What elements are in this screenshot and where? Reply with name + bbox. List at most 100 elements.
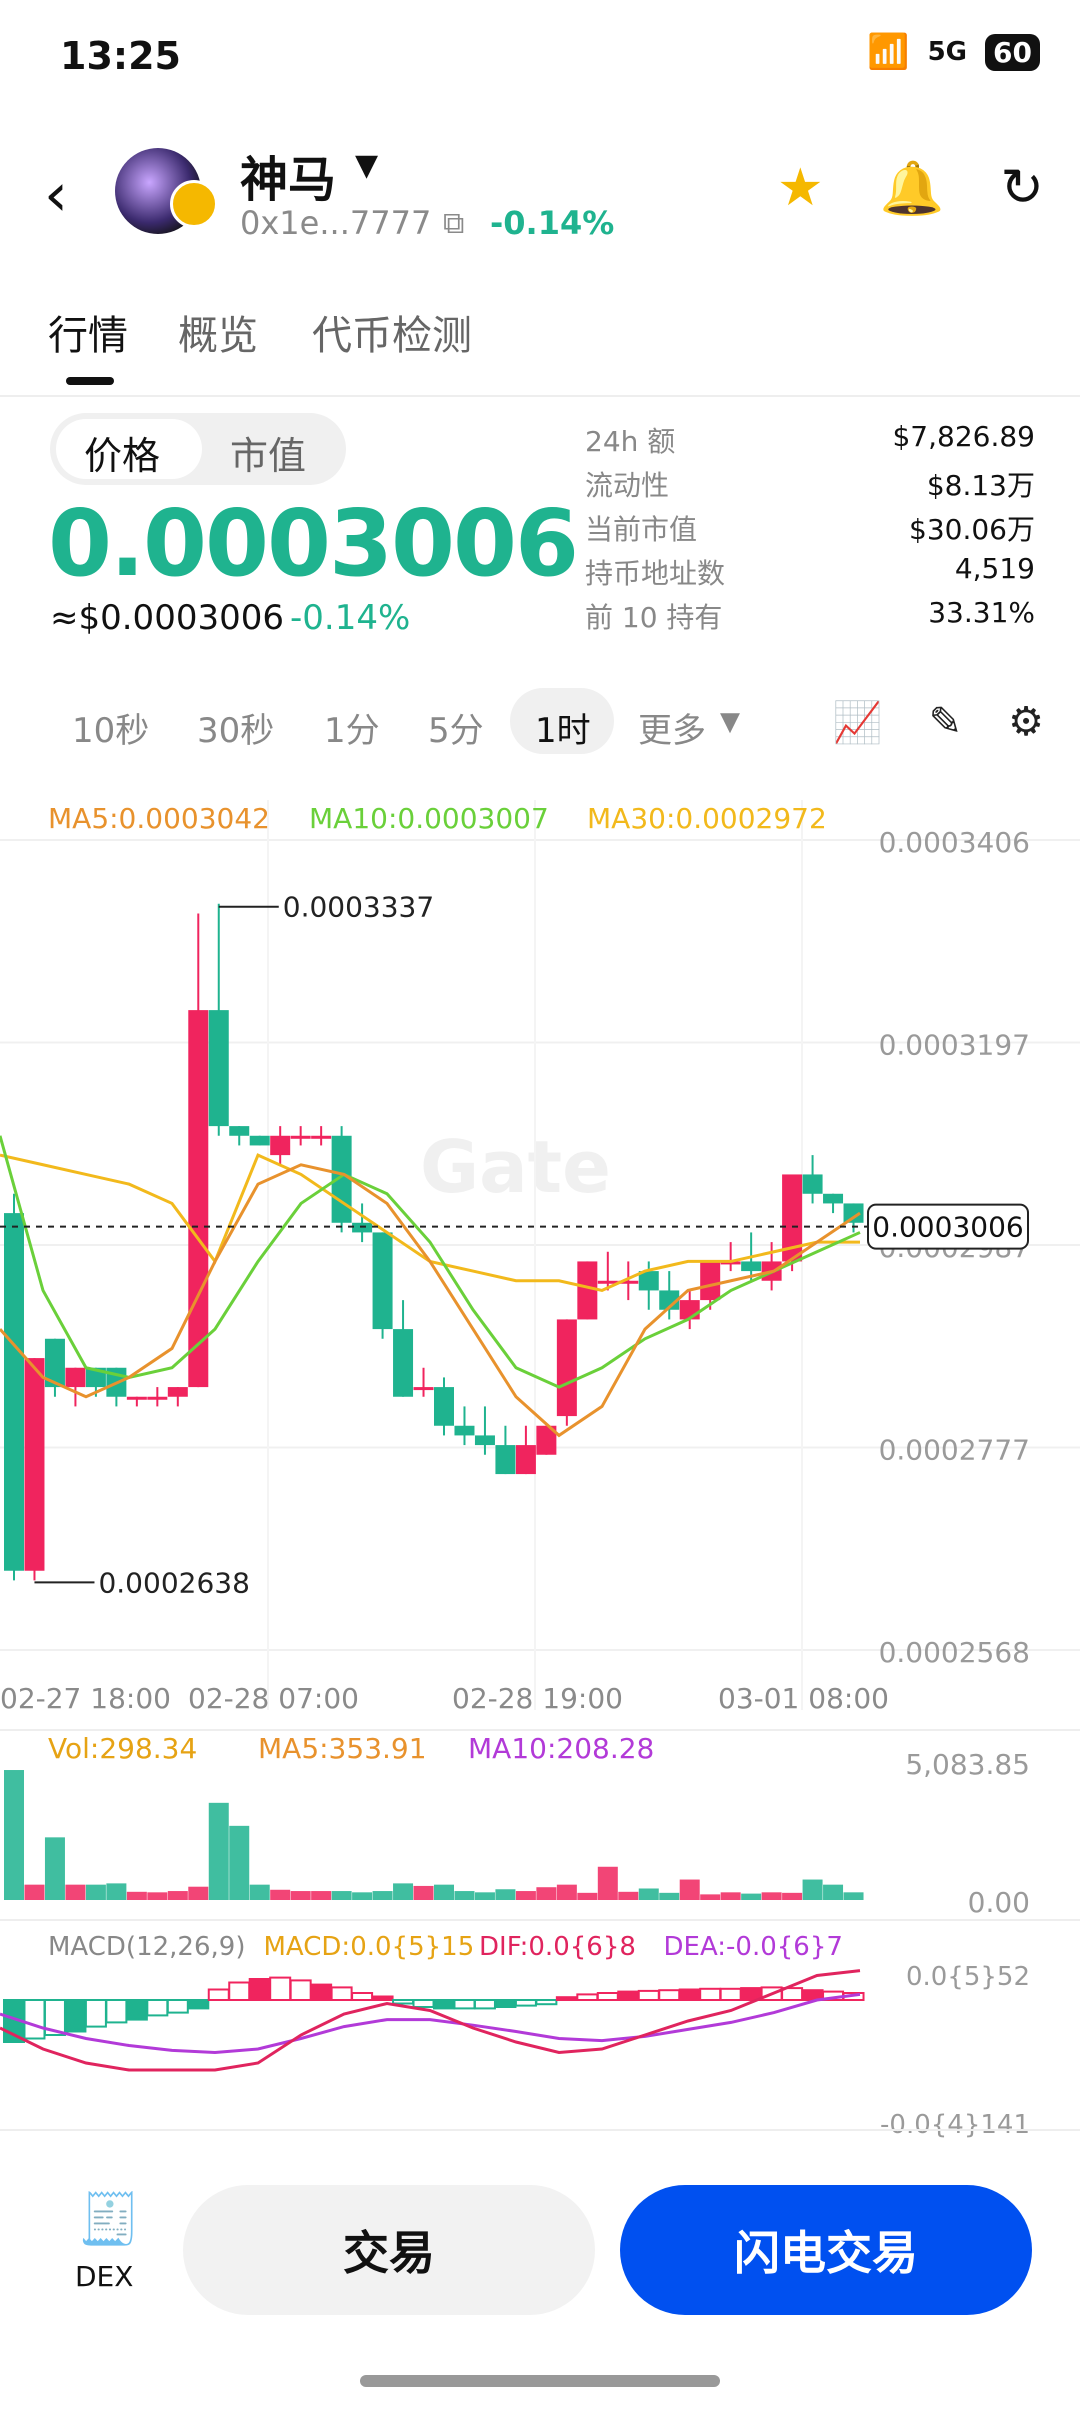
usd-price: ≈$0.0003006 bbox=[50, 598, 284, 638]
stat-value: $30.06万 bbox=[909, 513, 1035, 546]
tab-bar: 行情 概览 代币检测 bbox=[0, 285, 1080, 397]
volume-bar bbox=[700, 1894, 721, 1900]
token-change: -0.14% bbox=[490, 204, 615, 242]
candle-body bbox=[474, 1435, 495, 1446]
volume-bar bbox=[85, 1884, 106, 1900]
macd-histogram-bar bbox=[207, 1988, 230, 2001]
draw-pen-icon[interactable]: ✎ bbox=[929, 699, 963, 746]
y-tick-label: 0.0002777 bbox=[879, 1434, 1030, 1467]
y-tick-label: 0.0002568 bbox=[879, 1636, 1030, 1669]
battery-icon: 60 bbox=[985, 33, 1040, 71]
more-caret-icon[interactable]: ▼ bbox=[720, 707, 740, 737]
volume-tick-label: 0.00 bbox=[968, 1886, 1030, 1919]
tab-overview[interactable]: 概览 bbox=[178, 303, 258, 361]
macd-tick-label: -0.0{4}141 bbox=[880, 2110, 1030, 2140]
trade-button[interactable]: 交易 bbox=[183, 2185, 595, 2315]
volume-bar bbox=[229, 1825, 250, 1900]
share-icon[interactable]: ↻ bbox=[1000, 158, 1044, 219]
macd-histogram-bar bbox=[125, 1999, 148, 2021]
interval-10s[interactable]: 10秒 bbox=[72, 703, 149, 752]
macd-histogram-bar bbox=[535, 1999, 558, 2006]
copy-icon[interactable]: ⧉ bbox=[443, 206, 464, 241]
volume-bar bbox=[249, 1884, 270, 1900]
stat-value: $7,826.89 bbox=[892, 420, 1035, 453]
volume-bar bbox=[393, 1883, 414, 1900]
ma-legend-label: MA10:0.0003007 bbox=[309, 802, 549, 835]
volume-bar bbox=[536, 1887, 557, 1900]
token-stats: 24h 额 $7,826.89 流动性 $8.13万 当前市值 $30.06万 持币地… bbox=[585, 420, 1035, 640]
candle-body bbox=[802, 1174, 823, 1194]
candle-body bbox=[556, 1319, 577, 1417]
y-tick-label: 0.0003197 bbox=[879, 1029, 1030, 1062]
interval-more[interactable]: 更多 bbox=[638, 703, 706, 752]
volume-bar bbox=[515, 1891, 536, 1900]
bell-icon[interactable]: 🔔 bbox=[880, 158, 945, 219]
candle-body bbox=[393, 1329, 414, 1397]
macd-histogram-bar bbox=[269, 1976, 292, 2001]
stat-row: 24h 额 $7,826.89 bbox=[585, 420, 1035, 464]
token-header: ‹ 神马 ▼ 0x1e...7777 ⧉ -0.14% ★ 🔔 ↻ bbox=[0, 120, 1080, 260]
indicator-icon[interactable]: 📈 bbox=[833, 699, 883, 746]
dex-icon[interactable]: 🧾 bbox=[78, 2190, 140, 2249]
macd-tick-label: 0.0{5}52 bbox=[906, 1962, 1030, 1992]
volume-bar bbox=[802, 1879, 823, 1900]
macd-histogram-bar bbox=[412, 1999, 435, 2008]
dex-label[interactable]: DEX bbox=[75, 2260, 133, 2293]
token-name[interactable]: 神马 bbox=[240, 140, 336, 210]
volume-bar bbox=[495, 1889, 516, 1900]
volume-bar bbox=[126, 1891, 147, 1900]
macd-legend-label: MACD(12,26,9) bbox=[48, 1932, 245, 1962]
volume-bar bbox=[331, 1891, 352, 1900]
volume-bar bbox=[65, 1884, 86, 1900]
stat-row: 前 10 持有 33.31% bbox=[585, 596, 1035, 640]
candle-body bbox=[495, 1445, 516, 1475]
back-icon[interactable]: ‹ bbox=[44, 160, 68, 230]
candle-body bbox=[372, 1232, 393, 1330]
chart-tools: 📈 ✎ ⚙ bbox=[833, 699, 1044, 746]
wifi-icon: 📶 bbox=[867, 32, 910, 72]
volume-bar bbox=[290, 1891, 311, 1900]
x-tick-label: 02-28 19:00 bbox=[452, 1682, 623, 1715]
volume-bar bbox=[659, 1892, 680, 1900]
toggle-market-cap[interactable]: 市值 bbox=[230, 425, 306, 480]
tab-underline bbox=[66, 377, 114, 385]
volume-bar bbox=[4, 1770, 24, 1900]
macd-histogram-bar bbox=[453, 1999, 476, 2010]
tab-token-check[interactable]: 代币检测 bbox=[312, 303, 472, 361]
tab-market[interactable]: 行情 bbox=[48, 303, 128, 361]
candle-body bbox=[311, 1135, 332, 1139]
flash-trade-button[interactable]: 闪电交易 bbox=[620, 2185, 1032, 2315]
chart-svg[interactable]: 0.00034060.00031970.00029870.00027770.00… bbox=[0, 790, 1080, 2140]
interval-5m[interactable]: 5分 bbox=[428, 703, 484, 752]
macd-histogram-bar bbox=[596, 1992, 619, 2001]
volume-legend-label: MA10:208.28 bbox=[468, 1732, 654, 1765]
macd-histogram-bar bbox=[473, 1999, 496, 2010]
interval-1h[interactable]: 1时 bbox=[535, 703, 591, 752]
settings-gear-icon[interactable]: ⚙ bbox=[1008, 699, 1044, 746]
x-tick-label: 02-28 07:00 bbox=[188, 1682, 359, 1715]
macd-histogram-bar bbox=[494, 1999, 517, 2008]
interval-1m[interactable]: 1分 bbox=[324, 703, 380, 752]
candle-body bbox=[434, 1387, 454, 1426]
candle-body bbox=[147, 1396, 168, 1400]
interval-bar: 10秒 30秒 1分 5分 1时 更多 ▼ 📈 ✎ ⚙ bbox=[0, 685, 1080, 765]
x-tick-label: 03-01 08:00 bbox=[718, 1682, 889, 1715]
stat-label: 前 10 持有 bbox=[585, 601, 723, 634]
candle-body bbox=[700, 1261, 721, 1301]
dropdown-caret-icon[interactable]: ▼ bbox=[355, 148, 378, 183]
macd-histogram-bar bbox=[658, 1989, 681, 2001]
macd-histogram-bar bbox=[392, 1999, 415, 2005]
interval-30s[interactable]: 30秒 bbox=[197, 703, 274, 752]
stat-value: 4,519 bbox=[954, 552, 1035, 585]
volume-bar bbox=[311, 1891, 332, 1900]
home-indicator bbox=[360, 2375, 720, 2387]
favorite-star-icon[interactable]: ★ bbox=[777, 158, 824, 219]
toggle-price[interactable]: 价格 bbox=[84, 425, 160, 480]
volume-bar bbox=[352, 1892, 373, 1900]
macd-histogram-bar bbox=[576, 1993, 599, 2002]
volume-bar bbox=[679, 1879, 700, 1900]
macd-histogram-bar bbox=[166, 1999, 189, 2014]
candle-body bbox=[24, 1358, 45, 1571]
volume-bar bbox=[106, 1883, 127, 1900]
macd-histogram-bar bbox=[637, 1989, 660, 2002]
